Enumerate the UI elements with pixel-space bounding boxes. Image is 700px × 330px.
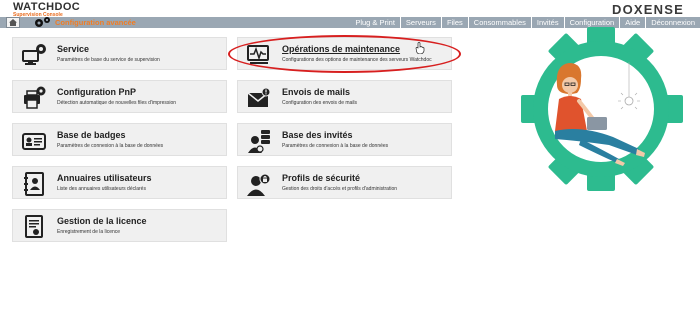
license-certificate-icon: [25, 215, 43, 238]
card-gestion-licence[interactable]: Gestion de la licence Enregistrement de …: [12, 209, 227, 242]
card-desc: Configurations des options de maintenanc…: [282, 57, 432, 63]
woman-laptop-gear-illustration: [521, 27, 683, 191]
hand-cursor-icon: [415, 42, 425, 54]
card-desc: Configuration des envois de mails: [282, 100, 358, 106]
nav-plug-print[interactable]: Plug & Print: [350, 17, 400, 28]
card-title: Service: [57, 44, 90, 54]
card-title: Profils de sécurité: [282, 173, 361, 183]
doxense-brand: DOXENSE: [612, 2, 684, 17]
security-profile-icon: [247, 173, 271, 196]
monitor-pulse-icon: [247, 45, 269, 64]
gear-monitor-icon: [22, 44, 46, 65]
page-title: Configuration avancée: [55, 18, 136, 27]
card-desc: Liste des annuaires utilisateurs déclaré…: [57, 186, 146, 192]
card-desc: Gestion des droits d'accès et profils d'…: [282, 186, 398, 192]
home-button[interactable]: [6, 17, 20, 28]
printer-gear-icon: [24, 86, 46, 109]
nav-files[interactable]: Files: [440, 17, 468, 28]
card-title: Base de badges: [57, 130, 126, 140]
watchdoc-logo[interactable]: WATCHDOC Supervision Console: [13, 2, 80, 18]
nav-serveurs[interactable]: Serveurs: [399, 17, 441, 28]
card-service[interactable]: Service Paramètres de base du service de…: [12, 37, 227, 70]
card-title: Envois de mails: [282, 87, 351, 97]
card-desc: Paramètres de connexion à la base de don…: [282, 143, 389, 149]
address-book-icon: [24, 172, 44, 196]
app-header: WATCHDOC Supervision Console DOXENSE: [0, 0, 700, 18]
card-title: Gestion de la licence: [57, 216, 147, 226]
card-profils-securite[interactable]: Profils de sécurité Gestion des droits d…: [237, 166, 452, 199]
card-title: Opérations de maintenance: [282, 44, 401, 54]
card-title: Configuration PnP: [57, 87, 136, 97]
card-envois-mails[interactable]: Envois de mails Configuration des envois…: [237, 80, 452, 113]
card-annuaires-utilisateurs[interactable]: Annuaires utilisateurs Liste des annuair…: [12, 166, 227, 199]
card-title: Base des invités: [282, 130, 353, 140]
card-base-invites[interactable]: Base des invités Paramètres de connexion…: [237, 123, 452, 156]
card-configuration-pnp[interactable]: Configuration PnP Détection automatique …: [12, 80, 227, 113]
guest-database-icon: [248, 130, 270, 153]
card-desc: Enregistrement de la licence: [57, 229, 121, 235]
mail-icon: [247, 87, 271, 107]
card-title: Annuaires utilisateurs: [57, 173, 152, 183]
badge-icon: [22, 133, 46, 150]
gears-icon: [35, 17, 50, 27]
card-desc: Détection automatique de nouvelles files…: [57, 100, 177, 106]
card-base-badges[interactable]: Base de badges Paramètres de connexion à…: [12, 123, 227, 156]
card-desc: Paramètres de connexion à la base de don…: [57, 143, 164, 149]
home-icon: [9, 19, 17, 26]
card-desc: Paramètres de base du service de supervi…: [57, 57, 160, 63]
